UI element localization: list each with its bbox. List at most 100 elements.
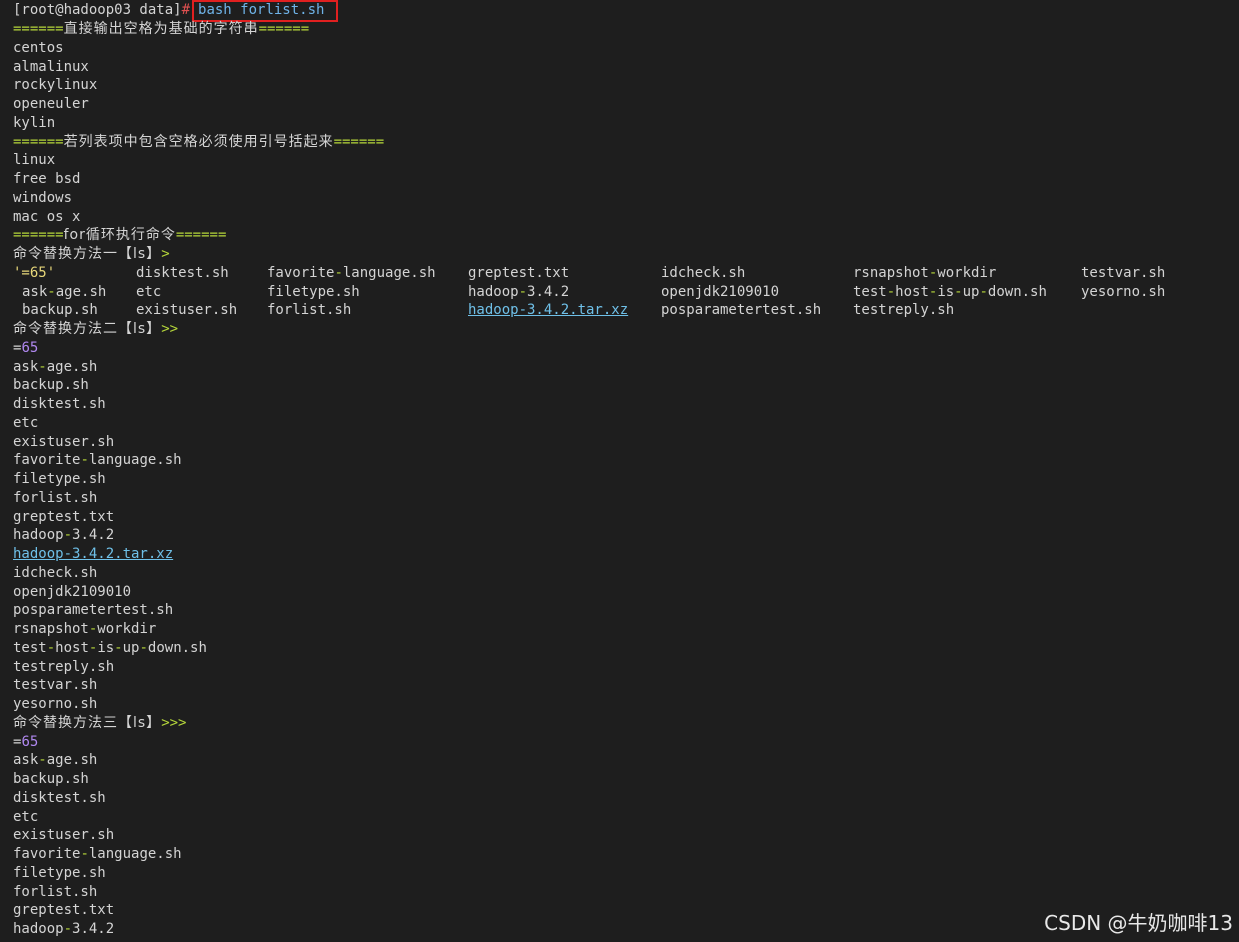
list-item: backup.sh xyxy=(13,770,1233,789)
terminal-output[interactable]: [root@hadoop03 data]# bash forlist.sh ===… xyxy=(13,0,1233,939)
filename-part: down.sh xyxy=(147,639,207,656)
list-item: linux xyxy=(13,152,56,169)
filename-part: yesorno.sh xyxy=(13,696,98,712)
method-suffix: >>> xyxy=(161,714,187,731)
hyphen: - xyxy=(80,846,89,862)
list-item: disktest.sh xyxy=(13,395,1233,414)
filename-part: idcheck.sh xyxy=(13,564,98,581)
filename-part: existuser.sh xyxy=(13,827,115,844)
section-title: 直接输出空格为基础的字符串 xyxy=(63,21,259,37)
filename-part: filetype.sh xyxy=(13,864,106,881)
ls-output-row: '=65' disktest.sh favorite-language.sh grep… xyxy=(13,264,1233,283)
ls-entry: hadoop-3.4.2 xyxy=(468,283,569,302)
section-header: ======若列表项中包含空格必须使用引号括起来====== xyxy=(13,133,1233,152)
list-item: existuser.sh xyxy=(13,826,1233,845)
number-value: 65 xyxy=(21,339,39,356)
list-item: posparametertest.sh xyxy=(13,601,1233,620)
filename-part: workdir xyxy=(937,264,997,281)
filename-part: ask xyxy=(13,752,39,769)
filename-part: language.sh xyxy=(88,452,182,469)
filename-part: disktest.sh xyxy=(13,396,106,412)
ls-entry: yesorno.sh xyxy=(1081,283,1165,302)
list-item: favorite-language.sh xyxy=(13,451,1233,470)
list-item: =65 xyxy=(13,339,1233,358)
ls-entry: testreply.sh xyxy=(853,301,954,320)
list-item: mac os x xyxy=(13,208,81,225)
command-highlight[interactable]: bash forlist.sh xyxy=(192,0,339,22)
hyphen: - xyxy=(63,527,73,544)
filename-part: testreply.sh xyxy=(853,302,955,319)
separator: ====== xyxy=(13,133,64,150)
list-item: testvar.sh xyxy=(13,676,1233,695)
list-item: ask-age.sh xyxy=(13,751,1233,770)
list-item: idcheck.sh xyxy=(13,564,1233,583)
list-item: disktest.sh xyxy=(13,789,1233,808)
method-title: 命令替换方法三【ls】 xyxy=(13,714,162,731)
filename-part: 3.4.2 xyxy=(527,283,570,300)
list-item: ask-age.sh xyxy=(13,358,1233,377)
list-item: almalinux xyxy=(13,58,89,75)
hyphen: - xyxy=(518,283,528,300)
separator: ====== xyxy=(258,21,310,37)
ls-entry: ask-age.sh xyxy=(22,283,106,302)
method-suffix: >> xyxy=(161,321,179,337)
ls-entry: posparametertest.sh xyxy=(661,301,821,320)
section-header: ======直接输出空格为基础的字符串====== xyxy=(13,20,1233,39)
prompt-hash: # xyxy=(181,2,191,18)
filename-part: greptest.txt xyxy=(13,902,115,919)
filename-part: openjdk2109010 xyxy=(13,583,132,600)
filename-part: existuser.sh xyxy=(13,433,115,450)
list-item: free bsd xyxy=(13,171,81,187)
hyphen: - xyxy=(334,264,343,281)
list-item: testreply.sh xyxy=(13,658,1233,677)
separator: ====== xyxy=(13,21,64,37)
shell-prompt-line: [root@hadoop03 data]# bash forlist.sh xyxy=(13,0,1233,22)
list-item: yesorno.sh xyxy=(13,695,1233,714)
hyphen: - xyxy=(114,639,123,656)
filename-part: hadoop xyxy=(13,527,64,544)
filename-part: age.sh xyxy=(46,752,98,769)
filename-part: forlist.sh xyxy=(267,302,352,319)
ls-output-row: ask-age.sh etc filetype.sh hadoop-3.4.2 open… xyxy=(13,283,1233,302)
number-value: 65 xyxy=(21,733,39,750)
hyphen: - xyxy=(954,283,963,300)
section-header: ======for循环执行命令====== xyxy=(13,226,1233,245)
filename-part: age.sh xyxy=(46,358,98,375)
filename-part: forlist.sh xyxy=(13,883,98,900)
filename-part: favorite xyxy=(13,846,81,862)
list-item: filetype.sh xyxy=(13,864,1233,883)
ls-entry: testvar.sh xyxy=(1081,264,1165,283)
list-item: hadoop-3.4.2 xyxy=(13,526,1233,545)
filename-part: disktest.sh xyxy=(13,789,106,806)
filename-part: existuser.sh xyxy=(136,302,238,319)
ls-entry: favorite-language.sh xyxy=(267,264,436,283)
filename-part: 3.4.2 xyxy=(72,527,115,544)
separator: ====== xyxy=(333,133,385,150)
filename-part: rsnapshot xyxy=(13,621,89,637)
section-title: 若列表项中包含空格必须使用引号括起来 xyxy=(63,133,334,150)
separator: ====== xyxy=(13,227,64,244)
filename-part: hadoop xyxy=(468,283,519,300)
hyphen: - xyxy=(38,752,47,769)
filename-part: testvar.sh xyxy=(1081,264,1166,281)
filename-part: greptest.txt xyxy=(13,508,115,525)
filename-part: favorite xyxy=(13,452,81,469)
method-header: 命令替换方法一【ls】> xyxy=(13,245,1233,264)
list-item: rockylinux xyxy=(13,77,98,94)
archive-file-link[interactable]: hadoop-3.4.2.tar.xz xyxy=(468,302,628,318)
filename-part: down.sh xyxy=(987,283,1047,300)
filename-part: test xyxy=(853,283,887,300)
ls-output-row: backup.sh existuser.sh forlist.sh hadoop-3.… xyxy=(13,301,1233,320)
filename-part: up xyxy=(962,283,980,300)
filename-part: testreply.sh xyxy=(13,658,115,675)
list-item: forlist.sh xyxy=(13,883,1233,902)
filename-part: favorite xyxy=(267,264,335,281)
method-title: 命令替换方法一【ls】 xyxy=(13,246,162,262)
filename-part: posparametertest.sh xyxy=(13,602,174,619)
ls-entry: openjdk2109010 xyxy=(661,283,779,302)
filename-part: is xyxy=(97,639,115,656)
filename-part: forlist.sh xyxy=(13,489,98,506)
hyphen: - xyxy=(979,283,988,300)
hyphen: - xyxy=(80,452,89,469)
archive-file-link[interactable]: hadoop-3.4.2.tar.xz xyxy=(13,546,173,562)
